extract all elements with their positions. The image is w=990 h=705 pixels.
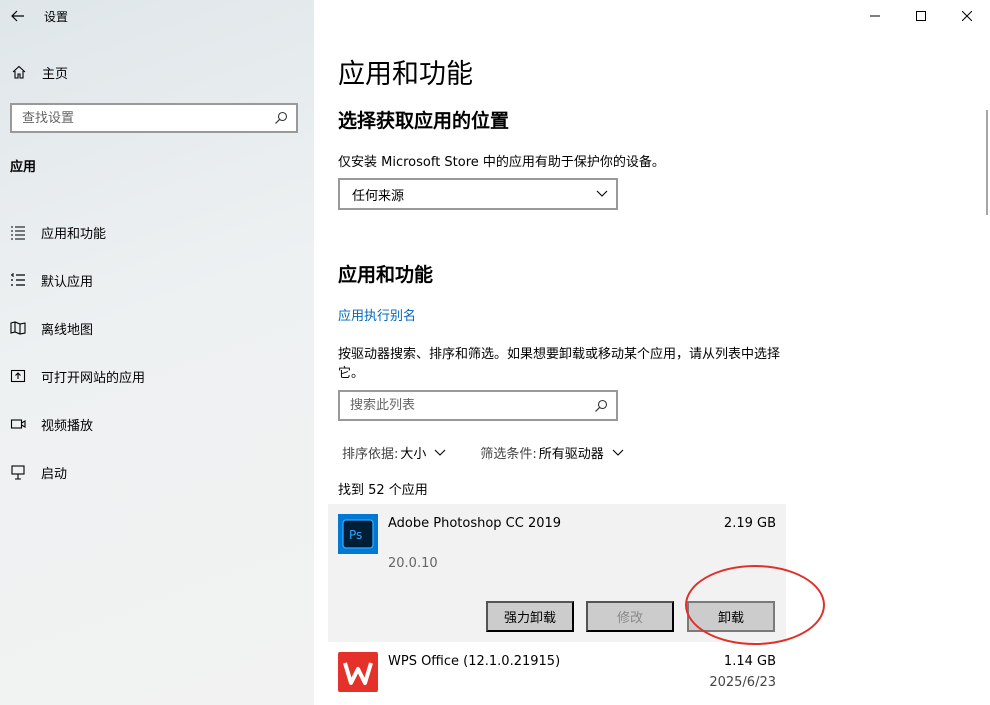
default-apps-icon: [9, 271, 27, 289]
chevron-down-icon: [435, 449, 446, 456]
close-icon: [962, 11, 972, 21]
sidebar-home-label: 主页: [42, 66, 69, 82]
list-icon: [9, 223, 27, 241]
sidebar-item-video-playback[interactable]: 视频播放: [0, 400, 314, 448]
photoshop-icon: Ps: [338, 514, 378, 554]
sidebar-item-home[interactable]: 主页: [0, 56, 314, 88]
uninstall-button[interactable]: 卸载: [687, 601, 775, 632]
page-title: 应用和功能: [338, 59, 473, 90]
sidebar-item-label: 默认应用: [41, 274, 94, 290]
titlebar-left: 设置: [0, 0, 314, 32]
sort-label: 排序依据:: [342, 447, 399, 462]
minimize-icon: [870, 15, 880, 17]
app-list-item-wps[interactable]: WPS Office (12.1.0.21915) 1.14 GB 2025/6…: [328, 642, 786, 702]
sidebar-item-label: 离线地图: [41, 322, 94, 338]
app-install-date: 2025/6/23: [709, 675, 776, 690]
map-icon: [9, 319, 27, 337]
app-name: WPS Office (12.1.0.21915): [388, 654, 561, 669]
app-list-item-photoshop[interactable]: Ps Adobe Photoshop CC 2019 2.19 GB 20.0.…: [328, 504, 786, 642]
window-title: 设置: [44, 9, 69, 24]
app-name: Adobe Photoshop CC 2019: [388, 516, 562, 531]
drive-filter-dropdown[interactable]: 筛选条件: 所有驱动器: [480, 443, 624, 462]
sidebar-item-label: 启动: [41, 466, 68, 482]
chevron-down-icon: [612, 449, 624, 456]
sort-filter-bar: 排序依据: 大小 筛选条件: 所有驱动器: [342, 443, 624, 462]
list-description: 按驱动器搜索、排序和筛选。如果想要卸载或移动某个应用，请从列表中选择它。: [338, 347, 781, 381]
wps-office-icon: [338, 652, 378, 692]
sidebar-item-label: 应用和功能: [41, 226, 107, 242]
video-icon: [9, 415, 27, 433]
sidebar-item-startup[interactable]: 启动: [0, 448, 314, 496]
sidebar-item-offline-maps[interactable]: 离线地图: [0, 304, 314, 352]
sort-dropdown[interactable]: 排序依据: 大小: [342, 443, 446, 462]
maximize-icon: [916, 11, 926, 21]
app-count: 找到 52 个应用: [338, 483, 428, 498]
app-list-search-box[interactable]: [338, 390, 618, 421]
app-size: 1.14 GB: [723, 654, 776, 669]
close-button[interactable]: [944, 0, 990, 32]
back-button[interactable]: [0, 0, 36, 32]
modify-button[interactable]: 修改: [586, 601, 674, 632]
sidebar-item-apps-features[interactable]: 应用和功能: [0, 208, 314, 256]
open-website-icon: [9, 367, 27, 385]
photoshop-icon-text: Ps: [349, 528, 362, 542]
app-source-value: 任何来源: [352, 188, 405, 204]
sort-value: 大小: [400, 447, 427, 462]
app-size: 2.19 GB: [723, 516, 776, 531]
search-icon[interactable]: [594, 399, 608, 413]
choose-location-heading: 选择获取应用的位置: [338, 110, 510, 132]
minimize-button[interactable]: [852, 0, 898, 32]
sidebar-nav: 应用和功能 默认应用 离线地图 可打开网站的应用 视频播放 启动: [0, 208, 314, 496]
app-version: 20.0.10: [388, 556, 438, 571]
sidebar: 设置 主页 应用 应用和功能 默认应用 离线地图: [0, 0, 314, 705]
sidebar-item-apps-for-websites[interactable]: 可打开网站的应用: [0, 352, 314, 400]
maximize-button[interactable]: [898, 0, 944, 32]
search-icon[interactable]: [274, 111, 288, 125]
app-execution-alias-link[interactable]: 应用执行别名: [338, 305, 416, 324]
scrollbar[interactable]: [986, 110, 988, 215]
sidebar-item-default-apps[interactable]: 默认应用: [0, 256, 314, 304]
settings-search-input[interactable]: [22, 110, 252, 126]
settings-search-box[interactable]: [10, 103, 298, 133]
sidebar-section-label: 应用: [10, 160, 37, 175]
window-controls: [852, 0, 990, 32]
force-uninstall-button[interactable]: 强力卸载: [486, 601, 574, 632]
home-icon: [10, 63, 28, 81]
store-note: 仅安装 Microsoft Store 中的应用有助于保护你的设备。: [338, 155, 665, 170]
back-arrow-icon: [11, 10, 24, 22]
app-list-search-input[interactable]: [350, 398, 580, 413]
filter-label: 筛选条件:: [480, 447, 537, 462]
startup-icon: [9, 463, 27, 481]
app-source-dropdown[interactable]: 任何来源: [338, 178, 618, 210]
main-content: 应用和功能 选择获取应用的位置 仅安装 Microsoft Store 中的应用…: [314, 0, 990, 705]
filter-value: 所有驱动器: [538, 447, 604, 462]
apps-features-heading: 应用和功能: [338, 264, 434, 286]
sidebar-item-label: 视频播放: [41, 418, 94, 434]
sidebar-item-label: 可打开网站的应用: [41, 370, 146, 386]
chevron-down-icon: [596, 190, 608, 197]
